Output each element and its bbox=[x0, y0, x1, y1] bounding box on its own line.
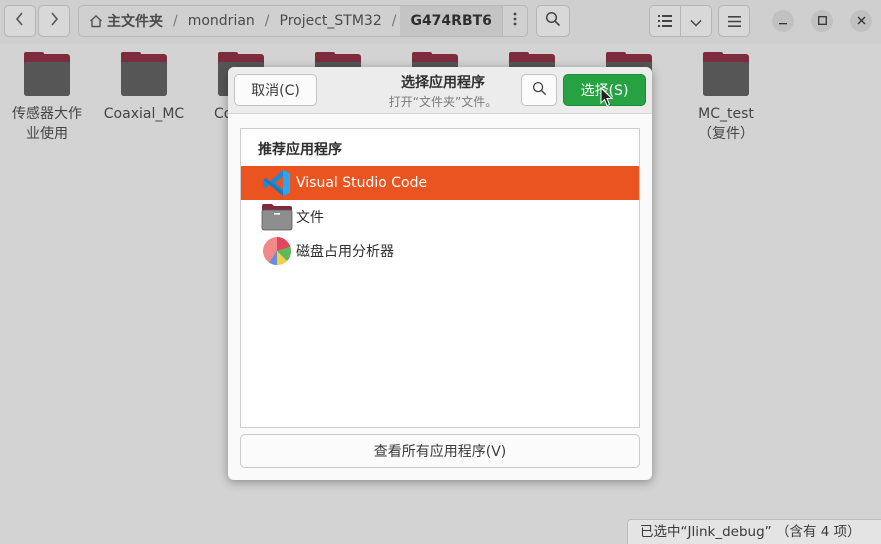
chevron-down-icon bbox=[690, 12, 702, 31]
close-icon bbox=[857, 14, 866, 28]
more-vertical-icon bbox=[513, 12, 517, 30]
vscode-icon bbox=[261, 167, 293, 199]
status-bar: 已选中“Jlink_debug” （含有 4 项） bbox=[627, 519, 881, 544]
chevron-right-icon bbox=[48, 11, 60, 31]
folder-icon bbox=[24, 52, 70, 96]
selection-status: 已选中“Jlink_debug” （含有 4 项） bbox=[640, 524, 861, 540]
path-menu-button[interactable] bbox=[501, 6, 527, 36]
minimize-button[interactable] bbox=[772, 10, 794, 32]
list-view-icon bbox=[658, 12, 672, 31]
hamburger-menu-icon bbox=[727, 12, 741, 31]
choose-application-dialog: 取消(C) 选择应用程序 打开“文件夹”文件。 选择(S) 推荐应用程序 Vi bbox=[228, 67, 652, 480]
folder-item[interactable]: 传感器大作业使用 bbox=[0, 52, 96, 144]
path-bar: 主文件夹 / mondrian / Project_STM32 / G474RB… bbox=[78, 5, 528, 37]
maximize-icon bbox=[817, 14, 827, 28]
mouse-pointer-icon bbox=[600, 86, 614, 111]
dialog-search-button[interactable] bbox=[521, 74, 557, 106]
maximize-button[interactable] bbox=[811, 10, 833, 32]
recommended-apps-heading: 推荐应用程序 bbox=[258, 142, 342, 158]
search-icon bbox=[532, 81, 547, 100]
chevron-left-icon bbox=[14, 11, 26, 31]
dialog-subtitle: 打开“文件夹”文件。 bbox=[388, 95, 498, 109]
app-name: 磁盘占用分析器 bbox=[296, 244, 394, 260]
breadcrumb-home[interactable]: 主文件夹 bbox=[107, 11, 169, 31]
breadcrumb-mondrian[interactable]: mondrian bbox=[182, 13, 261, 29]
folder-icon bbox=[703, 52, 749, 96]
home-icon bbox=[89, 14, 103, 28]
dialog-title: 选择应用程序 bbox=[401, 75, 485, 91]
disk-usage-analyzer-icon bbox=[261, 235, 293, 267]
view-options-button[interactable] bbox=[681, 6, 711, 36]
app-name: 文件 bbox=[296, 210, 324, 226]
folder-item[interactable]: Coaxial_MC bbox=[95, 52, 193, 124]
header-bar: 主文件夹 / mondrian / Project_STM32 / G474RB… bbox=[0, 0, 881, 44]
folder-item[interactable]: MC_test （复件） bbox=[677, 52, 775, 144]
folder-label: Coaxial_MC bbox=[103, 106, 185, 122]
main-menu-button[interactable] bbox=[718, 5, 750, 37]
app-row-vscode[interactable]: Visual Studio Code bbox=[241, 166, 639, 200]
breadcrumb-current[interactable]: G474RBT6 bbox=[400, 6, 502, 36]
back-button[interactable] bbox=[4, 5, 36, 37]
app-row-disk-usage-analyzer[interactable]: 磁盘占用分析器 bbox=[241, 234, 639, 268]
breadcrumb-separator: / bbox=[173, 13, 178, 29]
dialog-header: 取消(C) 选择应用程序 打开“文件夹”文件。 选择(S) bbox=[228, 67, 652, 114]
files-icon bbox=[261, 201, 293, 233]
app-row-files[interactable]: 文件 bbox=[241, 200, 639, 234]
list-view-button[interactable] bbox=[650, 6, 681, 36]
folder-icon bbox=[121, 52, 167, 96]
cancel-button[interactable]: 取消(C) bbox=[234, 74, 317, 106]
search-icon bbox=[545, 11, 561, 31]
breadcrumb-separator: / bbox=[264, 13, 270, 29]
search-button[interactable] bbox=[536, 5, 570, 37]
show-all-apps-button[interactable]: 查看所有应用程序(V) bbox=[240, 434, 640, 468]
app-name: Visual Studio Code bbox=[296, 175, 428, 191]
folder-label: 传感器大作业使用 bbox=[12, 106, 82, 142]
breadcrumb-separator: / bbox=[391, 13, 397, 29]
app-list: 推荐应用程序 Visual Studio Code 文件 磁盘占用分析器 bbox=[240, 128, 640, 428]
view-toggle-group bbox=[649, 5, 712, 37]
minimize-icon bbox=[779, 14, 787, 28]
breadcrumb-project-stm32[interactable]: Project_STM32 bbox=[274, 13, 388, 29]
folder-label: MC_test （复件） bbox=[698, 106, 754, 142]
close-button[interactable] bbox=[850, 10, 872, 32]
forward-button[interactable] bbox=[38, 5, 70, 37]
